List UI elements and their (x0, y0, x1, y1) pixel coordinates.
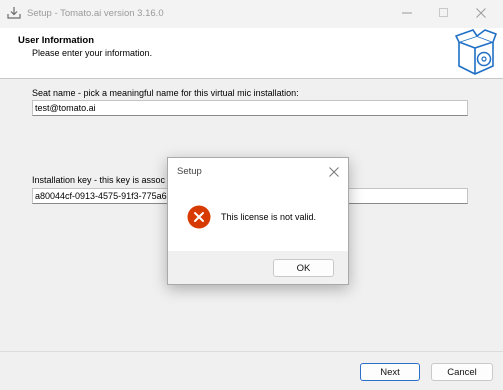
wizard-header: User Information Please enter your infor… (0, 28, 503, 78)
cancel-button[interactable]: Cancel (431, 363, 493, 381)
close-icon[interactable] (470, 4, 492, 22)
title-bar[interactable]: Setup - Tomato.ai version 3.16.0 (0, 0, 503, 28)
installation-key-label: Installation key - this key is assoc (32, 175, 166, 185)
dialog-message: This license is not valid. (221, 212, 317, 222)
minimize-icon[interactable] (396, 4, 418, 22)
page-subtitle: Please enter your information. (32, 48, 153, 58)
maximize-icon[interactable] (433, 4, 455, 22)
wizard-footer: Next Cancel (0, 352, 503, 390)
error-icon (187, 205, 211, 229)
ok-button[interactable]: OK (273, 259, 334, 277)
dialog-title: Setup (177, 166, 202, 177)
close-icon[interactable] (326, 164, 342, 180)
seat-name-label: Seat name - pick a meaningful name for t… (32, 88, 299, 98)
next-button[interactable]: Next (360, 363, 420, 381)
software-box-icon (455, 28, 497, 76)
seat-name-field[interactable] (32, 100, 468, 116)
dialog-footer: OK (168, 251, 348, 284)
header-divider (0, 78, 503, 79)
page-title: User Information (18, 35, 95, 46)
window-title: Setup - Tomato.ai version 3.16.0 (27, 8, 164, 19)
installer-icon (7, 6, 21, 20)
error-dialog: Setup This license is not valid. OK (167, 157, 349, 285)
